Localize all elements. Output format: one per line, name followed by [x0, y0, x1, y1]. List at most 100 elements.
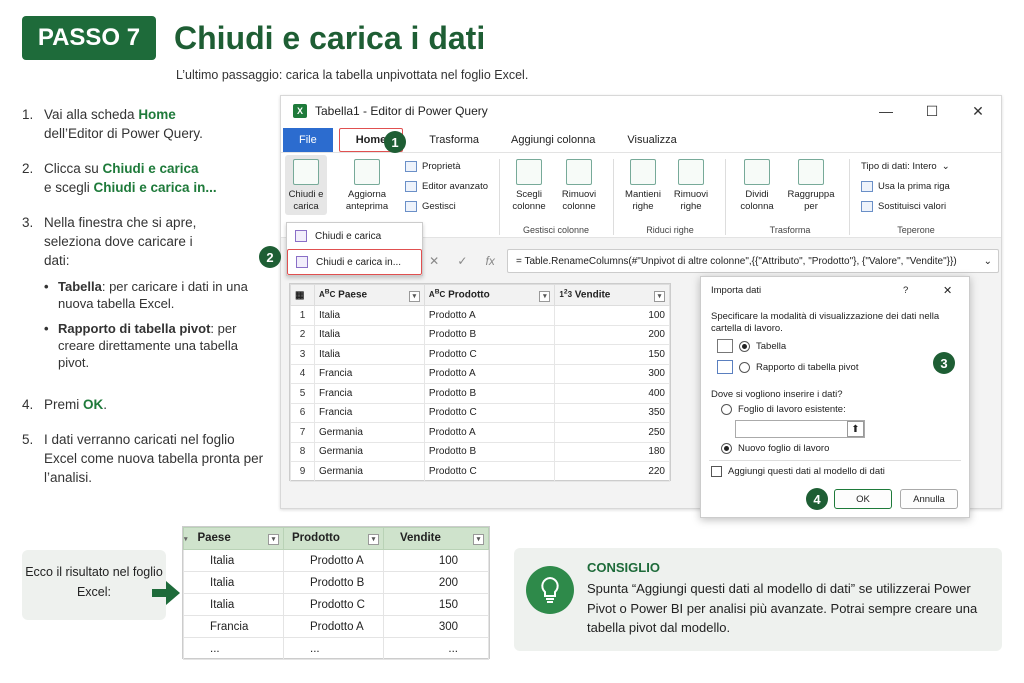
tab-trasforma[interactable]: Trasforma — [403, 128, 495, 152]
menu-item-close-load-in[interactable]: Chiudi e carica in... — [287, 249, 422, 275]
row-number[interactable]: 5 — [290, 383, 315, 404]
table-cell[interactable]: Prodotto A — [423, 422, 556, 443]
row-number[interactable]: 4 — [290, 363, 315, 384]
table-cell[interactable]: 100 — [554, 305, 670, 326]
range-picker-icon[interactable]: ⬆ — [847, 421, 864, 437]
table-row[interactable]: 7 Germania Prodotto A 250 — [290, 422, 670, 443]
table-row[interactable]: 1 Italia Prodotto A 100 — [290, 305, 670, 326]
remove-rows-button[interactable]: Rimuovi righe — [669, 159, 713, 213]
row-number[interactable]: 2 — [290, 324, 315, 345]
table-cell[interactable]: 400 — [554, 383, 670, 404]
ok-button[interactable]: OK — [834, 489, 892, 509]
column-header-vendite[interactable]: 123 Vendite ▾ — [554, 284, 670, 306]
data-type-dropdown[interactable]: Tipo di dati: Intero ⌄ — [861, 161, 950, 172]
manage-button[interactable]: Gestisci — [405, 201, 456, 212]
option-existing-sheet[interactable]: Foglio di lavoro esistente: — [721, 404, 846, 415]
confirm-formula-icon[interactable]: ✓ — [457, 254, 467, 268]
formula-text: = Table.RenameColumns(#"Unpivot di altre… — [516, 255, 957, 267]
first-row-button[interactable]: Usa la prima riga — [861, 181, 950, 192]
model-checkbox[interactable] — [711, 466, 722, 477]
table-row[interactable]: 4 Francia Prodotto A 300 — [290, 363, 670, 384]
table-cell[interactable]: 180 — [554, 441, 670, 462]
filter-dropdown-icon[interactable]: ▾ — [268, 534, 279, 545]
table-cell[interactable]: 150 — [554, 344, 670, 365]
table-cell[interactable]: Italia — [314, 305, 425, 326]
radio-table[interactable] — [739, 340, 750, 352]
table-cell[interactable]: 300 — [554, 363, 670, 384]
refresh-preview-button[interactable]: Aggiorna anteprima — [339, 159, 395, 213]
table-cell[interactable]: Francia — [314, 402, 425, 423]
column-header-prodotto[interactable]: ABC Prodotto ▾ — [423, 284, 556, 306]
filter-dropdown-icon[interactable]: ▾ — [473, 534, 484, 545]
tab-file[interactable]: File — [283, 128, 333, 152]
properties-button[interactable]: Proprietà — [405, 161, 461, 172]
help-button[interactable]: ? — [903, 285, 908, 296]
option-pivot[interactable]: Rapporto di tabella pivot — [717, 360, 858, 374]
cancel-formula-icon[interactable]: ✕ — [429, 254, 439, 268]
cancel-button[interactable]: Annulla — [900, 489, 958, 509]
table-row[interactable]: 2 Italia Prodotto B 200 — [290, 324, 670, 345]
filter-dropdown-icon[interactable]: ▾ — [654, 290, 665, 302]
table-cell[interactable]: Prodotto B — [423, 324, 556, 345]
table-cell[interactable]: Germania — [314, 461, 425, 482]
table-cell[interactable]: Germania — [314, 441, 425, 462]
table-menu-icon[interactable]: ▦ — [290, 284, 315, 306]
range-input[interactable] — [735, 420, 865, 438]
choose-columns-button[interactable]: Scegli colonne — [507, 159, 551, 213]
table-cell[interactable]: Prodotto C — [423, 402, 556, 423]
close-window-button[interactable]: ✕ — [955, 103, 1001, 120]
table-row[interactable]: 3 Italia Prodotto C 150 — [290, 344, 670, 365]
row-number[interactable]: 7 — [290, 422, 315, 443]
table-cell[interactable]: Prodotto C — [423, 461, 556, 482]
model-checkbox-row[interactable]: Aggiungi questi dati al modello di dati — [711, 466, 885, 477]
option-table[interactable]: Tabella — [717, 339, 786, 353]
radio-existing[interactable] — [721, 404, 732, 415]
table-cell[interactable]: 200 — [554, 324, 670, 345]
table-cell[interactable]: Italia — [314, 344, 425, 365]
filter-dropdown-icon[interactable]: ▾ — [368, 534, 379, 545]
row-number[interactable]: 8 — [290, 441, 315, 462]
row-number[interactable]: 1 — [290, 305, 315, 326]
minimize-button[interactable]: — — [863, 103, 909, 120]
table-row[interactable]: 8 Germania Prodotto B 180 — [290, 441, 670, 462]
table-cell[interactable]: 220 — [554, 461, 670, 482]
split-column-button[interactable]: Dividi colonna — [735, 159, 779, 213]
table-cell[interactable]: Italia — [314, 324, 425, 345]
option-new-sheet[interactable]: Nuovo foglio di lavoro — [721, 443, 829, 454]
table-cell[interactable]: Francia — [314, 383, 425, 404]
table-cell[interactable]: 350 — [554, 402, 670, 423]
table-cell[interactable]: Prodotto A — [423, 363, 556, 384]
table-cell[interactable]: Prodotto B — [423, 383, 556, 404]
row-number[interactable]: 3 — [290, 344, 315, 365]
table-row[interactable]: 6 Francia Prodotto C 350 — [290, 402, 670, 423]
remove-columns-button[interactable]: Rimuovi colonne — [557, 159, 601, 213]
table-cell[interactable]: Prodotto B — [423, 441, 556, 462]
table-cell[interactable]: Prodotto A — [423, 305, 556, 326]
keep-rows-button[interactable]: Mantieni righe — [621, 159, 665, 213]
close-load-button[interactable]: Chiudi e carica — [285, 155, 327, 215]
menu-item-close-load[interactable]: Chiudi e carica — [287, 223, 422, 249]
group-by-button[interactable]: Raggruppa per — [785, 159, 837, 213]
table-row[interactable]: 5 Francia Prodotto B 400 — [290, 383, 670, 404]
filter-dropdown-icon[interactable]: ▾ — [539, 290, 551, 302]
tab-aggiungi-colonna[interactable]: Aggiungi colonna — [495, 128, 611, 152]
chevron-down-icon[interactable]: ⌄ — [984, 256, 992, 267]
filter-dropdown-icon[interactable]: ▾ — [408, 290, 420, 302]
table-cell[interactable]: Germania — [314, 422, 425, 443]
radio-new-sheet[interactable] — [721, 443, 732, 454]
row-number[interactable]: 9 — [290, 461, 315, 482]
tab-visualizza[interactable]: Visualizza — [611, 128, 692, 152]
replace-values-button[interactable]: Sostituisci valori — [861, 201, 946, 212]
maximize-button[interactable]: ☐ — [909, 103, 955, 120]
table-row[interactable]: 9 Germania Prodotto C 220 — [290, 461, 670, 482]
radio-pivot[interactable] — [739, 361, 750, 373]
advanced-editor-button[interactable]: Editor avanzato — [405, 181, 488, 192]
table-cell[interactable]: 250 — [554, 422, 670, 443]
fx-icon[interactable]: fx — [486, 254, 495, 268]
table-cell[interactable]: Francia — [314, 363, 425, 384]
close-dialog-button[interactable]: ✕ — [943, 284, 952, 297]
formula-bar[interactable]: = Table.RenameColumns(#"Unpivot di altre… — [507, 249, 999, 273]
column-header-paese[interactable]: ABC Paese ▾ — [314, 284, 425, 306]
row-number[interactable]: 6 — [290, 402, 315, 423]
table-cell[interactable]: Prodotto C — [423, 344, 556, 365]
